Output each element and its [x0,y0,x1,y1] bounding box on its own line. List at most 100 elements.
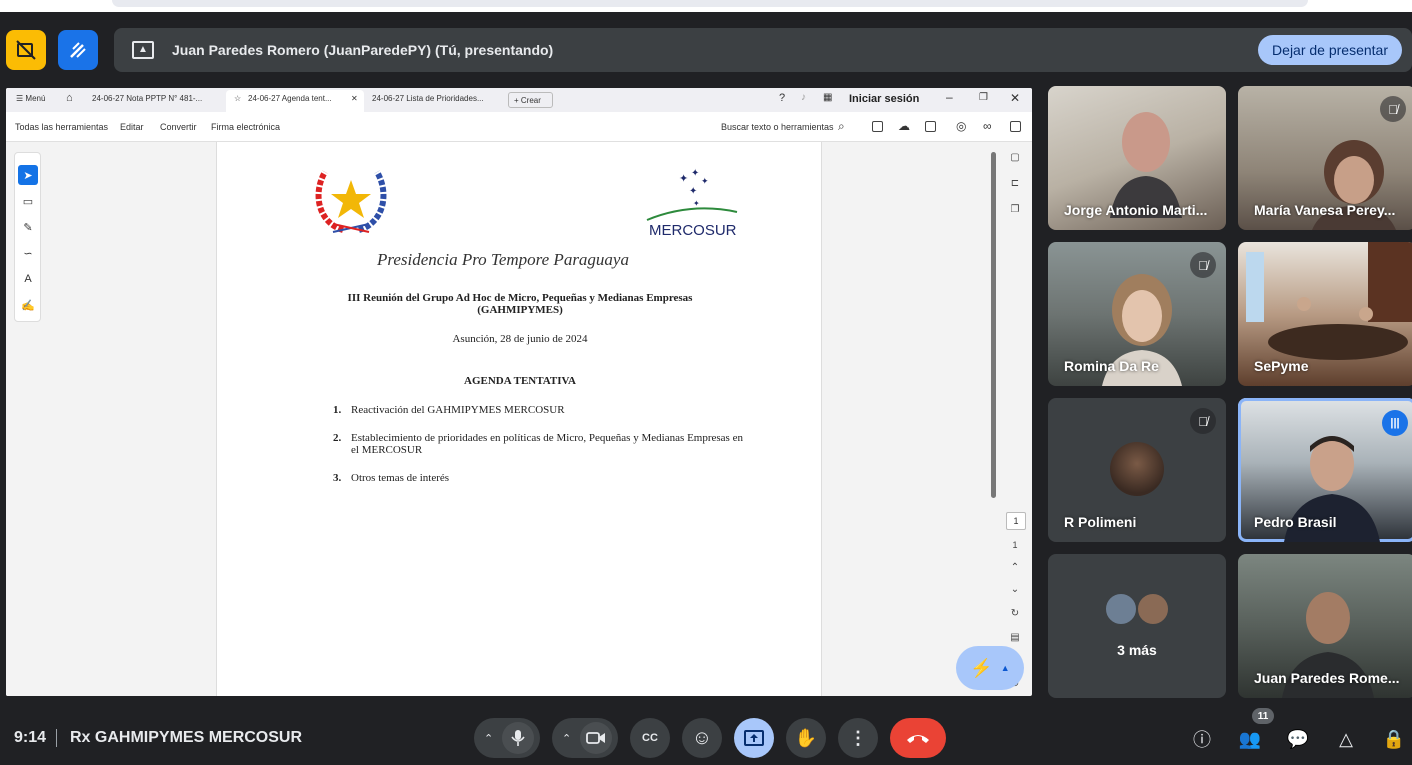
convert-menu[interactable]: Convertir [160,122,197,132]
menu-label: Menú [25,94,46,103]
mic-control[interactable]: ⌃ [474,718,540,758]
present-now-icon[interactable] [734,718,774,758]
speaking-indicator-icon: ||| [1382,410,1408,436]
camera-icon[interactable] [580,722,612,754]
tab-3[interactable]: 24-06-27 Lista de Prioridades... [372,94,484,103]
participant-tile-active-speaker[interactable]: ||| Pedro Brasil [1238,398,1412,542]
close-window-icon[interactable]: ✕ [1010,91,1020,105]
draw-tool-icon[interactable]: ∽ [18,243,38,263]
people-icon[interactable]: 👥 [1237,726,1263,752]
people-count-badge: 11 [1252,708,1274,724]
meeting-time: 9:14 [14,729,47,746]
search-tools[interactable]: Buscar texto o herramientas [721,122,834,132]
participant-tile[interactable]: 🎙̸ R Polimeni [1048,398,1226,542]
save-icon[interactable] [872,121,883,132]
vertical-tools: ➤ ▭ ✎ ∽ A ✍ [14,152,41,322]
link-icon[interactable]: ∞ [983,119,992,133]
comments-icon[interactable]: ▢ [1007,152,1023,163]
browser-top-strip [0,0,1412,12]
sign-tool-icon[interactable]: ✍ [18,295,38,315]
all-tools-menu[interactable]: Todas las herramientas [15,122,108,132]
participant-name: Juan Paredes Rome... [1254,670,1400,686]
annotate-button[interactable] [58,30,98,70]
esign-menu[interactable]: Firma electrónica [211,122,280,132]
home-icon[interactable]: ⌂ [66,92,73,104]
apps-grid-icon[interactable]: ▦ [823,92,832,103]
activities-icon[interactable]: △ [1333,726,1359,752]
participant-tile[interactable]: Jorge Antonio Marti... [1048,86,1226,230]
self-tile[interactable]: Juan Paredes Rome... [1238,554,1412,698]
bell-icon[interactable]: ♪ [801,92,806,103]
title-line-2: (GAHMIPYMES) [477,304,563,316]
pages-icon[interactable]: ❐ [1007,204,1023,215]
restore-icon[interactable]: ❐ [979,92,988,103]
print-icon[interactable] [925,121,936,132]
scrollbar[interactable] [991,152,996,498]
raise-hand-icon[interactable]: ✋ [786,718,826,758]
title-line-1: III Reunión del Grupo Ad Hoc de Micro, P… [347,292,693,304]
host-controls-icon[interactable]: 🔒 [1381,726,1407,752]
close-tab-icon[interactable]: ✕ [351,94,358,103]
divider [56,729,57,747]
participant-name: Romina Da Re [1064,358,1159,374]
bookmark-icon[interactable]: ⊏ [1007,178,1023,189]
new-tab-label: Crear [520,96,541,105]
ai-search-icon[interactable]: ◎ [956,119,966,133]
svg-text:✦: ✦ [701,177,709,187]
refresh-icon[interactable]: ↻ [1007,608,1023,619]
reader-toolbar: Todas las herramientas Editar Convertir … [6,112,1032,142]
mail-icon[interactable] [1010,121,1021,132]
presentation-status: ▲ Juan Paredes Romero (JuanParedePY) (Tú… [114,28,1412,72]
comment-tool-icon[interactable]: ▭ [18,191,38,211]
dropdown-caret-icon: ▲ [1000,663,1010,673]
upload-cloud-icon[interactable]: ☁ [898,119,910,133]
tab-2[interactable]: 24-06-27 Agenda tent... [248,94,332,103]
text-tool-icon[interactable]: A [18,269,38,289]
meeting-info-icon[interactable]: ⓘ [1189,726,1215,752]
chat-icon[interactable]: 💬 [1285,726,1311,752]
meeting-title: III Reunión del Grupo Ad Hoc de Micro, P… [217,292,823,316]
new-tab-button[interactable]: + Crear [508,92,553,108]
chevron-up-icon[interactable]: ⌃ [484,732,493,745]
emoji-icon[interactable]: ☺ [682,718,722,758]
more-participants-tile[interactable]: 3 más [1048,554,1226,698]
pdf-page: ✦ ✦ ✦ ✦ ✦ MERCOSUR Presidencia Pro Tempo… [216,142,822,696]
sparkle-icon: ⚡ [970,657,993,678]
fit-page-icon[interactable]: ▤ [1007,632,1023,643]
presenter-text: Juan Paredes Romero (JuanParedePY) (Tú, … [172,42,554,58]
page-down-icon[interactable]: ⌄ [1007,584,1023,595]
participant-tile[interactable]: 🎙̸ Romina Da Re [1048,242,1226,386]
agenda-list: 1. Reactivación del GAHMIPYMES MERCOSUR 2… [333,404,743,484]
hide-self-view-button[interactable] [6,30,46,70]
highlight-tool-icon[interactable]: ✎ [18,217,38,237]
participant-tile[interactable]: SePyme [1238,242,1412,386]
select-tool-icon[interactable]: ➤ [18,165,38,185]
leave-call-button[interactable] [890,718,946,758]
more-options-icon[interactable]: ⋮ [838,718,878,758]
star-icon[interactable]: ☆ [234,94,241,103]
chevron-up-icon[interactable]: ⌃ [562,732,571,745]
help-icon[interactable]: ? [779,92,785,104]
mic-icon[interactable] [502,722,534,754]
agenda-item: 1. Reactivación del GAHMIPYMES MERCOSUR [333,404,743,416]
header-script: Presidencia Pro Tempore Paraguaya [377,250,629,269]
no-video-icon [16,40,36,60]
participant-tile[interactable]: 🎙̸ María Vanesa Perey... [1238,86,1412,230]
page-number-input[interactable]: 1 [1006,512,1026,530]
tab-1[interactable]: 24-06-27 Nota PPTP N° 481-... [92,94,202,103]
muted-mic-icon: 🎙̸ [1190,408,1216,434]
pen-slash-icon [70,42,86,58]
meeting-name: Rx GAHMIPYMES MERCOSUR [70,729,303,746]
ai-assistant-button[interactable]: ⚡ ▲ [956,646,1024,690]
camera-control[interactable]: ⌃ [552,718,618,758]
stop-presenting-button[interactable]: Dejar de presentar [1258,35,1402,65]
page-up-icon[interactable]: ⌃ [1007,562,1023,573]
signin-button[interactable]: Iniciar sesión [849,93,919,105]
minimize-icon[interactable]: – [946,90,953,104]
captions-icon[interactable]: CC [630,718,670,758]
menu-button[interactable]: ☰ Menú [16,94,45,103]
svg-text:✦: ✦ [689,186,697,197]
search-icon[interactable]: ⌕ [838,119,845,134]
edit-menu[interactable]: Editar [120,122,144,132]
meeting-controls: 9:14 Rx GAHMIPYMES MERCOSUR ⌃ ⌃ CC ☺ ✋ ⋮… [0,708,1412,765]
